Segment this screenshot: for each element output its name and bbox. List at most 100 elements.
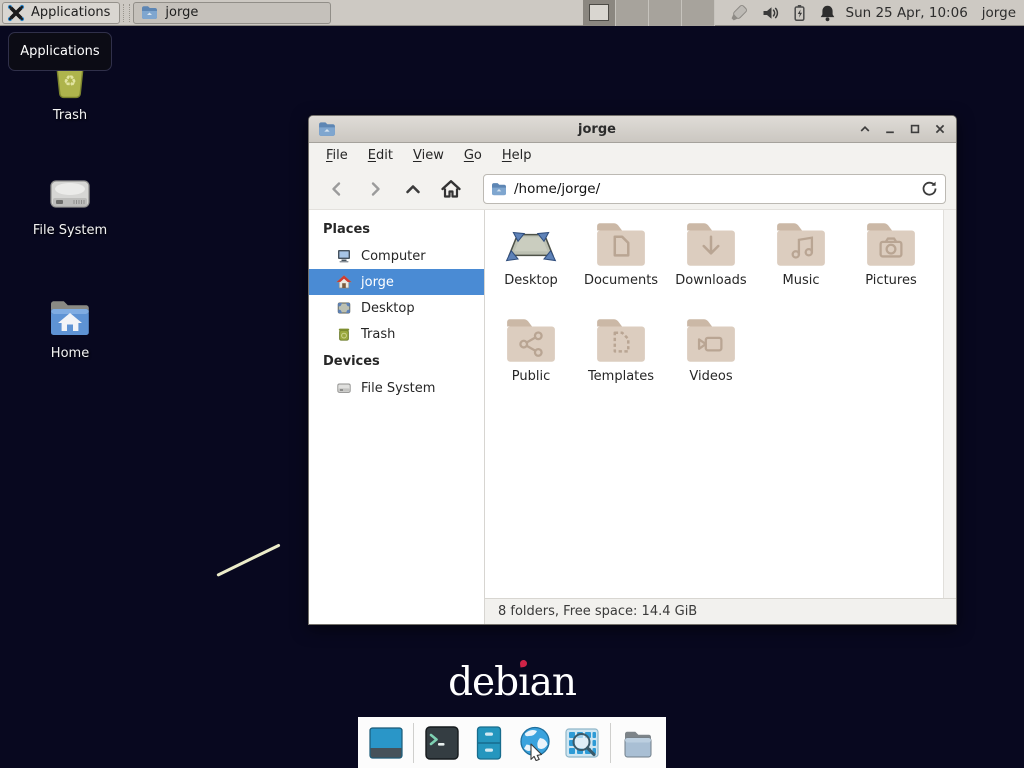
folder-item-templates[interactable]: Templates bbox=[576, 316, 666, 384]
desktop-icon bbox=[336, 300, 352, 316]
show-desktop-icon[interactable] bbox=[367, 724, 405, 762]
workspace-pager bbox=[583, 0, 715, 26]
documents-folder-icon bbox=[594, 220, 648, 270]
devices-header: Devices bbox=[309, 347, 484, 375]
file-manager-icon[interactable] bbox=[619, 724, 657, 762]
system-tray bbox=[729, 3, 836, 23]
desktop-trapezoid-icon bbox=[504, 220, 558, 270]
titlebar[interactable]: jorge bbox=[309, 116, 956, 143]
places-header: Places bbox=[309, 215, 484, 243]
videos-folder-icon bbox=[684, 316, 738, 366]
forward-button[interactable] bbox=[357, 174, 392, 204]
top-panel: Applications jorge bbox=[0, 0, 1024, 26]
folder-item-public[interactable]: Public bbox=[486, 316, 576, 384]
panel-handle[interactable] bbox=[123, 4, 130, 22]
sidebar-item-trash[interactable]: Trash bbox=[309, 321, 484, 347]
svg-text:♻: ♻ bbox=[63, 72, 76, 90]
sidebar-item-computer[interactable]: Computer bbox=[309, 243, 484, 269]
folder-item-music[interactable]: Music bbox=[756, 220, 846, 288]
sidebar-item-label: Computer bbox=[361, 249, 426, 264]
stray-line-artifact bbox=[216, 543, 280, 576]
menu-view[interactable]: View bbox=[403, 145, 454, 166]
shade-button[interactable] bbox=[858, 122, 872, 136]
applications-menu-button[interactable]: Applications bbox=[2, 2, 120, 24]
public-folder-icon bbox=[504, 316, 558, 366]
close-button[interactable] bbox=[933, 122, 947, 136]
menubar: File Edit View Go Help bbox=[309, 143, 956, 168]
vertical-scrollbar[interactable] bbox=[943, 210, 956, 598]
sidebar-item-label: File System bbox=[361, 381, 435, 396]
folder-label: Documents bbox=[584, 273, 658, 288]
statusbar-text: 8 folders, Free space: 14.4 GiB bbox=[498, 604, 697, 619]
panel-username: jorge bbox=[982, 5, 1016, 21]
applications-menu-label: Applications bbox=[31, 5, 110, 20]
path-input[interactable] bbox=[514, 181, 914, 197]
sidebar-item-label: Trash bbox=[361, 327, 395, 342]
home-icon bbox=[336, 274, 352, 290]
window-title: jorge bbox=[342, 122, 852, 137]
notifications-icon[interactable] bbox=[819, 4, 836, 22]
applications-tooltip: Applications bbox=[8, 32, 112, 71]
folder-label: Desktop bbox=[504, 273, 558, 288]
battery-icon[interactable] bbox=[791, 4, 808, 22]
folder-item-videos[interactable]: Videos bbox=[666, 316, 756, 384]
sidebar-item-file-system[interactable]: File System bbox=[309, 375, 484, 401]
desktop-icon-file-system[interactable]: File System bbox=[25, 172, 115, 238]
folder-item-documents[interactable]: Documents bbox=[576, 220, 666, 288]
reload-icon[interactable] bbox=[921, 180, 938, 197]
tooltip-text: Applications bbox=[20, 44, 99, 59]
file-cabinet-icon[interactable] bbox=[470, 724, 508, 762]
workspace-3[interactable] bbox=[649, 0, 682, 26]
sidebar-item-label: Desktop bbox=[361, 301, 415, 316]
window-folder-icon bbox=[318, 121, 336, 137]
folder-view[interactable]: Desktop Documents bbox=[485, 210, 956, 598]
workspace-4[interactable] bbox=[682, 0, 715, 26]
home-folder-icon bbox=[45, 295, 95, 341]
hard-drive-icon bbox=[46, 172, 94, 218]
app-finder-icon[interactable] bbox=[563, 724, 601, 762]
computer-icon bbox=[336, 248, 352, 264]
desktop-icon-label: File System bbox=[33, 223, 107, 238]
terminal-icon[interactable] bbox=[423, 724, 461, 762]
desktop-icon-label: Trash bbox=[53, 108, 87, 123]
folder-label: Pictures bbox=[865, 273, 916, 288]
templates-folder-icon bbox=[594, 316, 648, 366]
sidebar-item-jorge[interactable]: jorge bbox=[309, 269, 484, 295]
maximize-button[interactable] bbox=[908, 122, 922, 136]
panel-clock[interactable]: Sun 25 Apr, 10:06 bbox=[846, 5, 968, 21]
statusbar: 8 folders, Free space: 14.4 GiB bbox=[485, 598, 956, 624]
home-button[interactable] bbox=[433, 174, 468, 204]
up-button[interactable] bbox=[395, 174, 430, 204]
debian-logo-text: deb bbox=[448, 660, 518, 705]
side-pane: Places Computer jorge bbox=[309, 210, 485, 624]
taskbar-window-button[interactable]: jorge bbox=[133, 2, 331, 24]
web-browser-icon[interactable] bbox=[516, 724, 554, 762]
sidebar-item-desktop[interactable]: Desktop bbox=[309, 295, 484, 321]
menu-edit[interactable]: Edit bbox=[358, 145, 403, 166]
menu-file[interactable]: File bbox=[316, 145, 358, 166]
folder-label: Music bbox=[783, 273, 820, 288]
menu-go[interactable]: Go bbox=[454, 145, 492, 166]
workspace-window-thumb bbox=[589, 4, 609, 21]
back-button[interactable] bbox=[319, 174, 354, 204]
folder-item-downloads[interactable]: Downloads bbox=[666, 220, 756, 288]
folder-label: Public bbox=[512, 369, 550, 384]
workspace-2[interactable] bbox=[616, 0, 649, 26]
dock-separator bbox=[413, 723, 414, 763]
debian-logo: debıan bbox=[446, 660, 578, 705]
marker-icon[interactable] bbox=[729, 3, 751, 23]
folder-item-desktop[interactable]: Desktop bbox=[486, 220, 576, 288]
folder-label: Downloads bbox=[675, 273, 746, 288]
path-bar[interactable] bbox=[483, 174, 946, 204]
dock-separator bbox=[610, 723, 611, 763]
desktop-icon-home[interactable]: Home bbox=[25, 295, 115, 361]
minimize-button[interactable] bbox=[883, 122, 897, 136]
dock bbox=[358, 717, 666, 768]
workspace-1[interactable] bbox=[583, 0, 616, 26]
drive-icon bbox=[336, 380, 352, 396]
volume-icon[interactable] bbox=[762, 5, 780, 21]
menu-help[interactable]: Help bbox=[492, 145, 542, 166]
folder-item-pictures[interactable]: Pictures bbox=[846, 220, 936, 288]
folder-label: Templates bbox=[588, 369, 654, 384]
folder-icon bbox=[141, 5, 158, 20]
